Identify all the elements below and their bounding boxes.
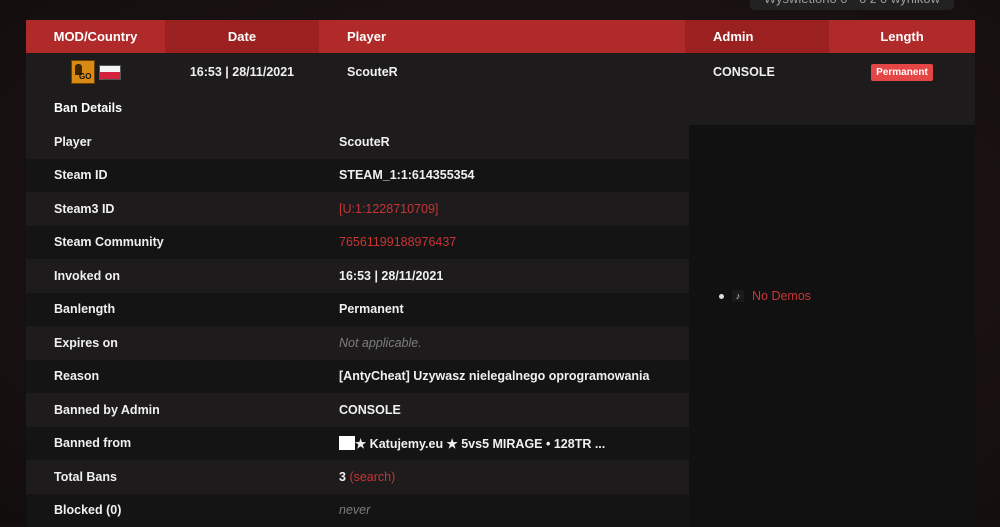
mod-country-cell: GO — [26, 60, 165, 84]
csgo-icon: GO — [71, 60, 95, 84]
ban-date: 16:53 | 28/11/2021 — [165, 65, 319, 79]
search-bans-link[interactable]: (search) — [349, 470, 395, 484]
ban-list-table: MOD/Country Date Player Admin Length GO … — [26, 20, 975, 527]
ban-details-title: Ban Details — [26, 91, 689, 125]
steam-community-link[interactable]: 76561199188976437 — [339, 235, 689, 249]
header-length: Length — [829, 20, 975, 53]
demo-icon: ♪ — [732, 290, 744, 302]
detail-row-expires-on: Expires on Not applicable. — [26, 326, 689, 360]
detail-row-invoked-on: Invoked on 16:53 | 28/11/2021 — [26, 259, 689, 293]
ban-player: ScouteR — [319, 65, 685, 79]
server-icon — [339, 436, 355, 450]
server-name: ★ Katujemy.eu ★ 5vs5 MIRAGE • 128TR ... — [355, 437, 605, 451]
detail-row-total-bans: Total Bans 3 (search) — [26, 460, 689, 494]
bullet-icon — [719, 294, 724, 299]
demos-panel: ♪ No Demos — [689, 91, 975, 527]
demos-item: ♪ No Demos — [719, 289, 811, 303]
poland-flag-icon — [99, 65, 121, 80]
header-date: Date — [165, 20, 319, 53]
detail-row-steam-id: Steam ID STEAM_1:1:614355354 — [26, 159, 689, 193]
detail-row-reason: Reason [AntyCheat] Uzywasz nielegalnego … — [26, 360, 689, 394]
ban-details-panel: Ban Details Player ScouteR Steam ID STEA… — [26, 91, 975, 527]
detail-row-steam-community: Steam Community 76561199188976437 — [26, 226, 689, 260]
detail-row-player: Player ScouteR — [26, 125, 689, 159]
header-player: Player — [319, 20, 685, 53]
length-cell: Permanent — [829, 64, 975, 81]
no-demos-text: No Demos — [752, 289, 811, 303]
detail-row-banned-from: Banned from ★ Katujemy.eu ★ 5vs5 MIRAGE … — [26, 427, 689, 461]
table-header: MOD/Country Date Player Admin Length — [26, 20, 975, 53]
detail-row-blocked: Blocked (0) never — [26, 494, 689, 527]
detail-row-banned-by: Banned by Admin CONSOLE — [26, 393, 689, 427]
results-count: Wyświetlono 0 - 0 z 0 wyników — [750, 0, 954, 10]
total-bans-count: 3 — [339, 470, 346, 484]
ban-admin: CONSOLE — [685, 65, 829, 79]
header-mod-country: MOD/Country — [26, 20, 165, 53]
steam3-id-link[interactable]: [U:1:1228710709] — [339, 202, 689, 216]
ban-row[interactable]: GO 16:53 | 28/11/2021 ScouteR CONSOLE Pe… — [26, 53, 975, 91]
permanent-badge: Permanent — [871, 64, 933, 81]
header-admin: Admin — [685, 20, 829, 53]
detail-row-steam3-id: Steam3 ID [U:1:1228710709] — [26, 192, 689, 226]
detail-row-banlength: Banlength Permanent — [26, 293, 689, 327]
